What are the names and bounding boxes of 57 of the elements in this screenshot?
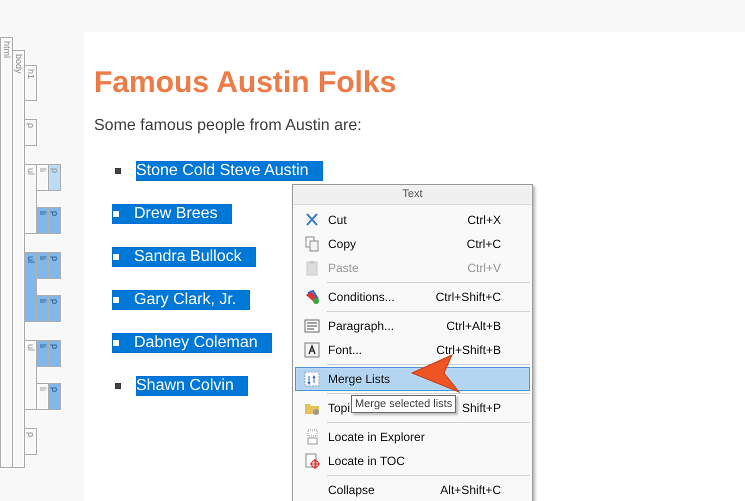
list-item-text: Gary Clark, Jr. — [134, 290, 250, 310]
tag-marker[interactable]: li — [36, 295, 49, 322]
menu-item[interactable]: Merge Lists — [295, 367, 530, 391]
shortcut-text: Ctrl+X — [467, 213, 502, 227]
shortcut-text: Ctrl+Shift+B — [436, 343, 502, 357]
list-item-text: Sandra Bullock — [134, 247, 256, 267]
menu-item[interactable]: Collapse — [328, 483, 375, 497]
tag-marker[interactable]: p — [48, 383, 61, 410]
tag-marker[interactable]: p — [48, 340, 61, 367]
tag-marker[interactable]: h1 — [24, 65, 37, 101]
tag-marker[interactable]: ul — [24, 252, 37, 322]
menu-item[interactable]: Copy — [328, 237, 356, 251]
tag-marker[interactable]: html — [0, 37, 13, 468]
tag-marker[interactable]: li — [36, 340, 49, 367]
menu-item[interactable]: Topi — [328, 401, 350, 415]
tag-marker[interactable]: ul — [24, 340, 37, 410]
shortcut-text: Alt+Shift+C — [440, 483, 502, 497]
menu-item[interactable]: Locate in TOC — [328, 454, 405, 468]
tag-marker[interactable]: body — [12, 50, 25, 468]
document-target-icon — [304, 453, 320, 469]
tag-marker[interactable]: ul — [24, 164, 37, 234]
tag-marker[interactable]: p — [48, 207, 61, 234]
tag-marker[interactable]: li — [36, 207, 49, 234]
paragraph-icon — [304, 318, 320, 334]
tag-marker[interactable]: p — [48, 252, 61, 279]
pencils-icon — [304, 289, 320, 305]
tooltip: Merge selected lists — [351, 395, 456, 413]
tag-marker[interactable]: li — [36, 164, 49, 191]
menu-item[interactable]: Font... — [328, 343, 362, 357]
shortcut-text: Shift+P — [462, 401, 502, 415]
shortcut-text: Ctrl+Shift+C — [436, 290, 502, 304]
list-item-text: Shawn Colvin — [136, 376, 248, 396]
menu-item[interactable]: Cut — [328, 213, 347, 227]
cut-icon — [304, 212, 320, 228]
shortcut-text: Ctrl+Alt+B — [446, 319, 502, 333]
paste-icon — [304, 260, 320, 276]
list-item-text: Stone Cold Steve Austin — [136, 161, 323, 181]
list-item-text: Drew Brees — [134, 204, 232, 224]
menu-item[interactable]: Locate in Explorer — [328, 430, 425, 444]
menu-item[interactable]: Conditions... — [328, 290, 395, 304]
page-heading: Famous Austin Folks — [94, 65, 398, 101]
tag-marker[interactable]: li — [36, 383, 49, 410]
intro-text: Some famous people from Austin are: — [94, 116, 363, 136]
menu-item[interactable]: Paragraph... — [328, 319, 394, 333]
pointer-arrow-icon — [411, 354, 461, 394]
shortcut-text: Ctrl+V — [467, 261, 502, 275]
menu-header: Text — [293, 185, 532, 205]
list-merge-icon — [304, 371, 320, 387]
tag-marker[interactable]: p — [48, 295, 61, 322]
tag-marker[interactable]: p — [24, 119, 37, 146]
tag-marker[interactable]: p — [24, 428, 37, 455]
tag-marker[interactable]: li — [36, 252, 49, 279]
tag-marker[interactable]: p — [48, 164, 61, 191]
list-item-text: Dabney Coleman — [134, 333, 272, 353]
copy-icon — [304, 236, 320, 252]
shortcut-text: Ctrl+C — [466, 237, 502, 251]
font-icon — [304, 342, 320, 358]
